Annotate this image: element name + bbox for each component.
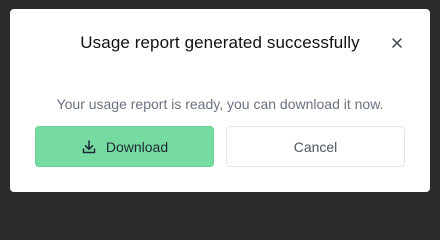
download-button-label: Download: [105, 138, 169, 155]
dialog-message: Your usage report is ready, you can down…: [56, 96, 384, 112]
dialog-title: Usage report generated successfully: [80, 33, 360, 52]
cancel-button[interactable]: Cancel: [226, 126, 405, 167]
usage-report-dialog: Usage report generated successfully Your…: [10, 9, 430, 192]
cancel-button-label: Cancel: [293, 138, 338, 155]
close-icon[interactable]: [389, 35, 405, 51]
download-button[interactable]: Download: [35, 126, 214, 167]
download-icon: [81, 139, 97, 155]
